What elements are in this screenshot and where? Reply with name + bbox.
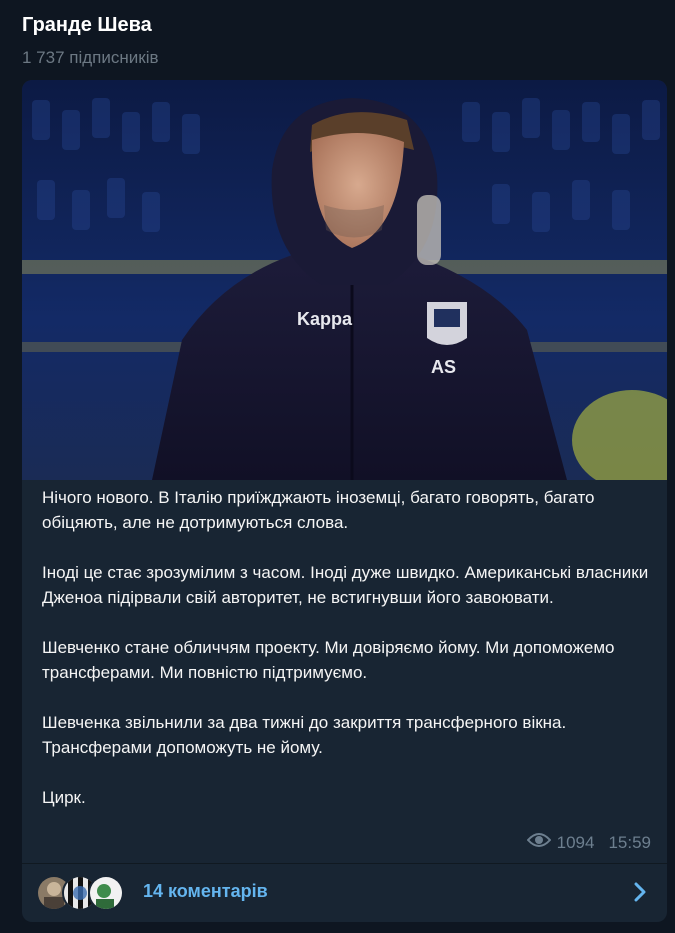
kit-initials: AS [431,357,456,377]
chevron-right-icon[interactable] [633,881,647,908]
comments-button[interactable]: 14 коментарів [22,864,667,922]
post-photo[interactable]: Kappa AS [22,80,667,480]
post-text: Нічого нового. В Італію приїжджають іноз… [42,485,652,835]
kit-brand-logo: Kappa [297,309,353,329]
post-paragraph-3: Шевченко стане обличчям проекту. Ми дові… [42,638,615,682]
views-count: 1094 [556,832,595,852]
post-paragraph-1: Нічого нового. В Італію приїжджають іноз… [42,488,595,532]
comments-count-label[interactable]: 14 коментарів [143,881,268,902]
post-time: 15:59 [608,832,651,852]
post-meta: 1094 15:59 [526,832,651,853]
post-paragraph-5: Цирк. [42,788,86,807]
commenter-avatars [36,875,126,911]
views-counter: 1094 [526,832,595,853]
channel-header[interactable]: Гранде Шева 1 737 підписників [22,12,159,70]
channel-post: Kappa AS Нічого нового. В Італію приїждж… [22,80,667,922]
eye-icon [526,832,551,853]
channel-title[interactable]: Гранде Шева [22,12,159,38]
post-paragraph-4: Шевченка звільнили за два тижні до закри… [42,713,567,757]
subscriber-count: 1 737 підписників [22,48,159,67]
post-paragraph-2: Іноді це стає зрозумілим з часом. Іноді … [42,563,649,607]
avatar [88,875,124,911]
